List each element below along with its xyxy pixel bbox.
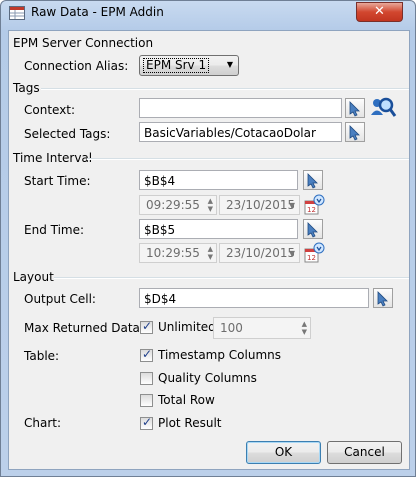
end-time-input[interactable]: $B$5 [139, 219, 298, 239]
output-cell-picker-button[interactable] [373, 288, 393, 308]
chart-label: Chart: [24, 416, 62, 430]
connection-alias-value: EPM Srv 1 [143, 58, 210, 73]
start-time-value: 09:29:55 [146, 198, 200, 212]
unlimited-label: Unlimited [158, 320, 216, 334]
spinner-arrows-icon: ▲ ▼ [207, 197, 213, 213]
chevron-down-icon: ▼ [288, 201, 295, 210]
svg-text:12: 12 [307, 206, 316, 214]
timestamp-columns-checkbox[interactable]: ✓ [140, 347, 153, 362]
app-table-icon [9, 6, 25, 20]
end-calendar-button[interactable]: 12 [302, 241, 326, 265]
layout-divider [54, 277, 409, 279]
time-divider [87, 158, 409, 160]
check-icon: ✓ [142, 347, 153, 361]
chevron-down-icon: ▼ [226, 60, 233, 69]
ok-button[interactable]: OK [246, 441, 321, 464]
timestamp-columns-label: Timestamp Columns [158, 348, 282, 362]
spinner-arrows-icon: ▲ ▼ [207, 245, 213, 261]
dialog-window: Raw Data - EPM Addin ✕ EPM Server Connec… [0, 0, 416, 477]
start-time-input[interactable]: $B$4 [139, 170, 298, 190]
plot-result-checkbox[interactable]: ✓ [140, 415, 153, 430]
unlimited-checkbox[interactable]: ✓ [140, 319, 153, 334]
end-date-value: 23/10/2015 [226, 246, 296, 260]
output-cell-label: Output Cell: [24, 292, 96, 306]
end-time-picker-button[interactable] [303, 219, 323, 239]
quality-columns-label: Quality Columns [158, 371, 257, 385]
end-time-spinner[interactable]: 10:29:55 ▲ ▼ [139, 243, 217, 263]
close-icon: ✕ [374, 4, 385, 19]
calendar-icon: 12 [304, 194, 325, 215]
output-cell-input[interactable]: $D$4 [139, 288, 369, 308]
section-layout: Layout [13, 270, 54, 284]
context-picker-button[interactable] [345, 98, 365, 118]
cursor-pick-icon [349, 101, 360, 117]
close-button[interactable]: ✕ [356, 2, 403, 22]
search-users-button[interactable] [371, 95, 397, 119]
title-bar[interactable]: Raw Data - EPM Addin ✕ [1, 1, 415, 25]
section-tags: Tags [13, 81, 40, 95]
max-data-value: 100 [220, 321, 243, 335]
connection-alias-label: Connection Alias: [24, 59, 129, 73]
total-row-checkbox[interactable] [140, 394, 153, 407]
selected-tags-input[interactable]: BasicVariables/CotacaoDolar [139, 122, 342, 142]
cursor-pick-icon [307, 222, 318, 238]
tags-divider [41, 88, 409, 90]
start-time-spinner[interactable]: 09:29:55 ▲ ▼ [139, 195, 217, 215]
chevron-down-icon: ▼ [288, 249, 295, 258]
spinner-arrows-icon: ▲ ▼ [301, 320, 307, 336]
cursor-pick-icon [377, 291, 388, 307]
svg-text:12: 12 [307, 254, 316, 262]
max-returned-label: Max Returned Data: [24, 321, 144, 335]
total-row-label: Total Row [158, 393, 215, 407]
end-time-label: End Time: [24, 223, 85, 237]
cancel-button[interactable]: Cancel [327, 441, 402, 464]
section-server-connection: EPM Server Connection [13, 36, 154, 50]
start-calendar-button[interactable]: 12 [302, 193, 326, 217]
end-time-value: 10:29:55 [146, 246, 200, 260]
window-title: Raw Data - EPM Addin [31, 5, 164, 19]
check-icon: ✓ [142, 415, 153, 429]
context-input[interactable] [139, 98, 342, 118]
end-date-select[interactable]: 23/10/2015 ▼ [219, 243, 300, 263]
selected-tags-picker-button[interactable] [345, 122, 365, 142]
connection-alias-select[interactable]: EPM Srv 1 ▼ [139, 55, 239, 76]
section-time-interval: Time Interval [13, 151, 93, 165]
start-time-label: Start Time: [24, 174, 91, 188]
max-data-spinner[interactable]: 100 ▲ ▼ [213, 317, 311, 339]
cursor-pick-icon [349, 125, 360, 141]
dialog-body: EPM Server Connection Connection Alias: … [8, 30, 410, 470]
search-users-icon [371, 97, 397, 117]
table-label: Table: [24, 349, 60, 363]
calendar-icon: 12 [304, 242, 325, 263]
cursor-pick-icon [307, 173, 318, 189]
check-icon: ✓ [142, 319, 153, 333]
start-date-select[interactable]: 23/10/2015 ▼ [219, 195, 300, 215]
quality-columns-checkbox[interactable] [140, 372, 153, 385]
plot-result-label: Plot Result [158, 416, 222, 430]
start-date-value: 23/10/2015 [226, 198, 296, 212]
context-label: Context: [24, 103, 76, 117]
start-time-picker-button[interactable] [303, 170, 323, 190]
selected-tags-label: Selected Tags: [24, 127, 111, 141]
